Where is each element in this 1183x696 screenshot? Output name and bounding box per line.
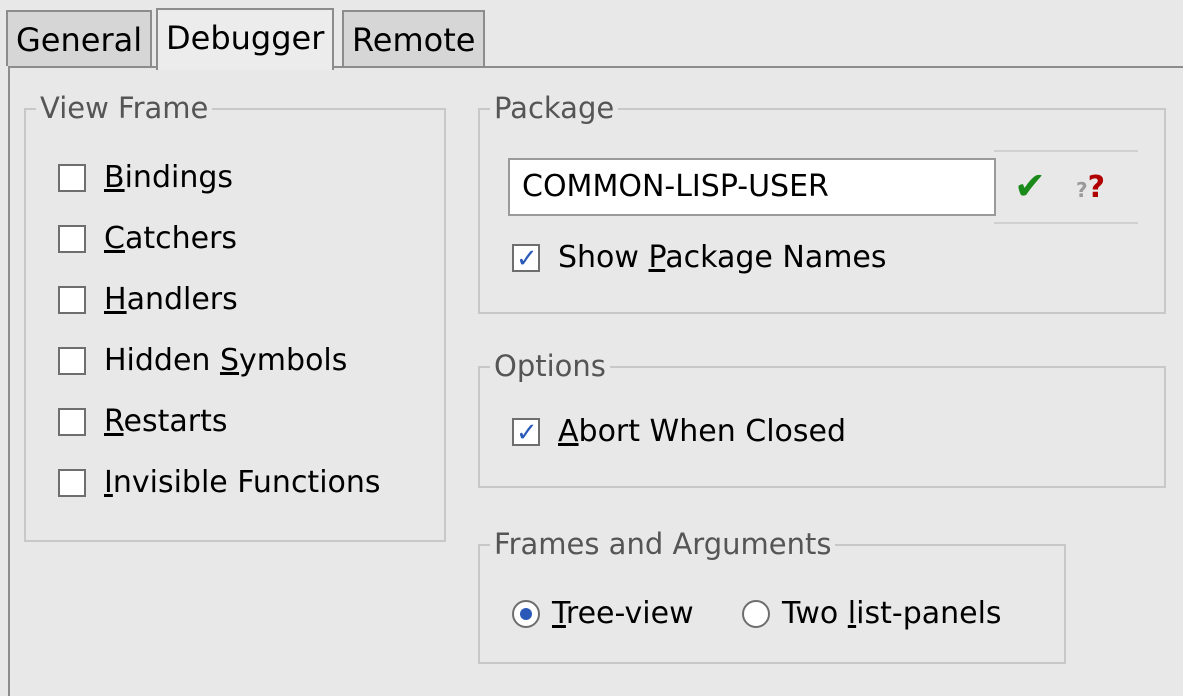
package-button-strip: ✔ ?? — [994, 150, 1138, 224]
radio-dot — [520, 608, 532, 620]
checkbox-invisible-functions[interactable]: Invisible Functions — [58, 463, 381, 503]
mnemonic: B — [104, 160, 125, 195]
mnemonic: C — [104, 221, 125, 256]
label-text: bort When Closed — [578, 414, 847, 449]
checkbox-box[interactable]: ✓ — [512, 244, 540, 274]
label-text: ymbols — [239, 343, 348, 378]
tab-label: Debugger — [166, 19, 325, 57]
mnemonic: l — [847, 596, 857, 631]
label-text: Hidden — [104, 343, 220, 378]
radio-tree-view[interactable]: Tree-view — [512, 594, 694, 634]
tab-debugger[interactable]: Debugger — [156, 8, 335, 70]
checkbox-box[interactable] — [58, 164, 86, 192]
checkbox-hidden-symbols[interactable]: Hidden Symbols — [58, 341, 347, 381]
view-frame-group: View Frame Bindings Catchers Handlers Hi… — [24, 88, 446, 542]
debugger-pane: View Frame Bindings Catchers Handlers Hi… — [8, 66, 1183, 696]
group-title: Frames and Arguments — [490, 524, 836, 564]
group-title: View Frame — [36, 88, 213, 128]
label-text: Two — [782, 596, 848, 631]
checkbox-box[interactable] — [58, 408, 86, 436]
radio-button[interactable] — [742, 600, 770, 628]
mnemonic: I — [104, 465, 113, 500]
label-text: ist-panels — [856, 596, 1002, 631]
checkbox-box[interactable] — [58, 225, 86, 253]
checkbox-box[interactable] — [58, 469, 86, 497]
tab-label: General — [16, 21, 143, 59]
check-tick-icon: ✓ — [516, 244, 538, 274]
group-title: Package — [490, 88, 619, 128]
checkbox-show-package-names[interactable]: ✓ Show Package Names — [512, 238, 887, 278]
label-text: estarts — [123, 404, 228, 439]
label-text: atchers — [124, 221, 238, 256]
group-title: Options — [490, 346, 610, 386]
checkbox-restarts[interactable]: Restarts — [58, 402, 227, 442]
tab-label: Remote — [352, 21, 476, 59]
label-text: ackage Names — [665, 240, 887, 275]
checkbox-box[interactable]: ✓ — [512, 418, 540, 448]
tab-bar: General Debugger Remote — [0, 0, 1183, 70]
frames-arguments-group: Frames and Arguments Tree-view Two list-… — [478, 524, 1066, 664]
check-tick-icon: ✓ — [516, 418, 538, 448]
mnemonic: A — [558, 414, 579, 449]
tab-remote[interactable]: Remote — [342, 10, 486, 66]
mnemonic: H — [104, 282, 127, 317]
mnemonic: T — [552, 596, 566, 631]
package-group: Package COMMON-LISP-USER ✔ ?? ✓ Show Pack… — [478, 88, 1166, 314]
question-help-icon[interactable]: ?? — [1076, 164, 1105, 214]
checkbox-bindings[interactable]: Bindings — [58, 158, 233, 198]
package-input[interactable]: COMMON-LISP-USER — [508, 158, 996, 216]
checkbox-abort-when-closed[interactable]: ✓ Abort When Closed — [512, 412, 846, 452]
checkbox-box[interactable] — [58, 347, 86, 375]
mnemonic: S — [220, 343, 240, 378]
radio-button[interactable] — [512, 600, 540, 628]
tab-general[interactable]: General — [6, 10, 153, 66]
label-text: nvisible Functions — [112, 465, 381, 500]
label-text: andlers — [126, 282, 238, 317]
checkbox-box[interactable] — [58, 286, 86, 314]
checkmark-icon[interactable]: ✔ — [1014, 162, 1046, 210]
mnemonic: P — [648, 240, 666, 275]
mnemonic: R — [104, 404, 124, 439]
options-group: Options ✓ Abort When Closed — [478, 346, 1166, 488]
label-text: ree-view — [565, 596, 694, 631]
checkbox-handlers[interactable]: Handlers — [58, 280, 238, 320]
radio-two-list-panels[interactable]: Two list-panels — [742, 594, 1002, 634]
label-text: indings — [124, 160, 234, 195]
label-text: Show — [558, 240, 649, 275]
checkbox-catchers[interactable]: Catchers — [58, 219, 237, 259]
